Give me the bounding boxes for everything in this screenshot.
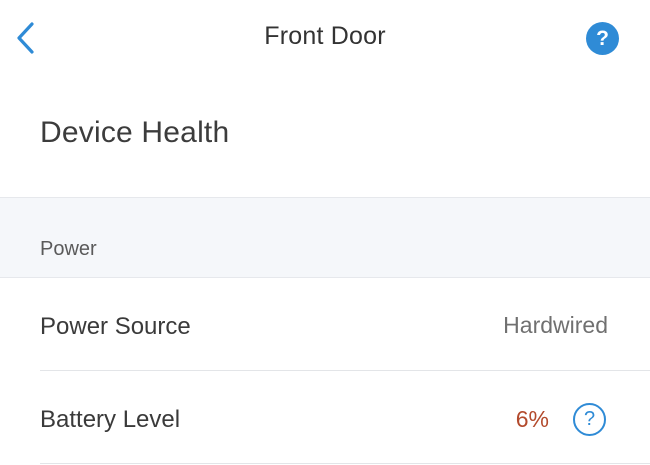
power-source-label: Power Source <box>40 313 191 340</box>
row-divider <box>40 370 650 371</box>
power-source-value: Hardwired <box>503 312 608 338</box>
nav-title: Front Door <box>264 22 386 50</box>
question-circle-filled-icon: ? <box>596 26 609 50</box>
battery-level-label: Battery Level <box>40 406 181 433</box>
row-divider <box>40 463 650 464</box>
device-health-screen: Front Door ? Device Health Power Power S… <box>0 0 650 465</box>
battery-info-button[interactable]: ? <box>573 403 606 436</box>
help-button[interactable]: ? <box>586 22 619 55</box>
section-header-label: Power <box>40 238 97 260</box>
section-header-power: Power <box>0 197 650 278</box>
battery-level-row: Battery Level 6% ? <box>0 372 650 464</box>
page-title: Device Health <box>40 116 230 149</box>
question-circle-outline-icon: ? <box>583 408 596 430</box>
battery-level-value: 6% <box>515 406 549 432</box>
power-source-row: Power Source Hardwired <box>0 279 650 371</box>
navigation-bar: Front Door ? <box>0 0 650 78</box>
